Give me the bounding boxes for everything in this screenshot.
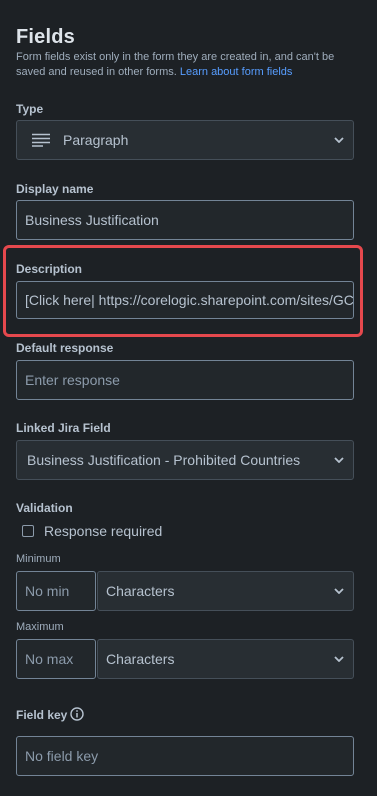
maximum-label: Maximum [16, 621, 64, 633]
panel-title: Fields [16, 26, 75, 48]
paragraph-lines-icon [23, 133, 59, 147]
panel-subtitle: Form fields exist only in the form they … [16, 50, 356, 80]
minimum-input[interactable]: No min [16, 571, 96, 611]
linked-jira-field-value: Business Justification - Prohibited Coun… [27, 452, 301, 468]
display-name-input[interactable]: Business Justification [16, 200, 354, 240]
field-key-label: Field key [16, 708, 68, 722]
minimum-unit-select[interactable]: Characters [97, 571, 354, 611]
type-label: Type [16, 102, 44, 116]
linked-jira-field-select[interactable]: Business Justification - Prohibited Coun… [16, 440, 354, 480]
display-name-label: Display name [16, 182, 94, 196]
maximum-input[interactable]: No max [16, 639, 96, 679]
description-label: Description [16, 262, 83, 276]
fields-panel: Fields Form fields exist only in the for… [0, 0, 377, 796]
default-response-label: Default response [16, 341, 114, 355]
maximum-unit-value: Characters [106, 651, 175, 667]
minimum-placeholder: No min [25, 583, 70, 599]
chevron-down-icon [325, 441, 353, 479]
type-select[interactable]: Paragraph [16, 120, 354, 160]
field-key-input[interactable]: No field key [16, 736, 354, 776]
chevron-down-icon [325, 572, 353, 610]
default-response-input[interactable]: Enter response [16, 360, 354, 400]
description-value: [Click here| https://corelogic.sharepoin… [25, 292, 353, 308]
minimum-label: Minimum [16, 553, 61, 565]
field-key-placeholder: No field key [25, 748, 99, 764]
linked-jira-field-label: Linked Jira Field [16, 421, 111, 435]
chevron-down-icon [325, 121, 353, 159]
description-input[interactable]: [Click here| https://corelogic.sharepoin… [16, 281, 354, 319]
info-icon[interactable] [70, 707, 84, 726]
maximum-placeholder: No max [25, 651, 74, 667]
default-response-placeholder: Enter response [25, 372, 120, 388]
learn-about-form-fields-link[interactable]: Learn about form fields [180, 66, 293, 78]
chevron-down-icon [325, 640, 353, 678]
maximum-unit-select[interactable]: Characters [97, 639, 354, 679]
response-required-checkbox[interactable] [22, 525, 34, 537]
minimum-unit-value: Characters [106, 583, 175, 599]
type-value: Paragraph [63, 132, 129, 148]
display-name-value: Business Justification [25, 212, 159, 228]
response-required-label: Response required [44, 523, 163, 539]
validation-label: Validation [16, 501, 73, 515]
